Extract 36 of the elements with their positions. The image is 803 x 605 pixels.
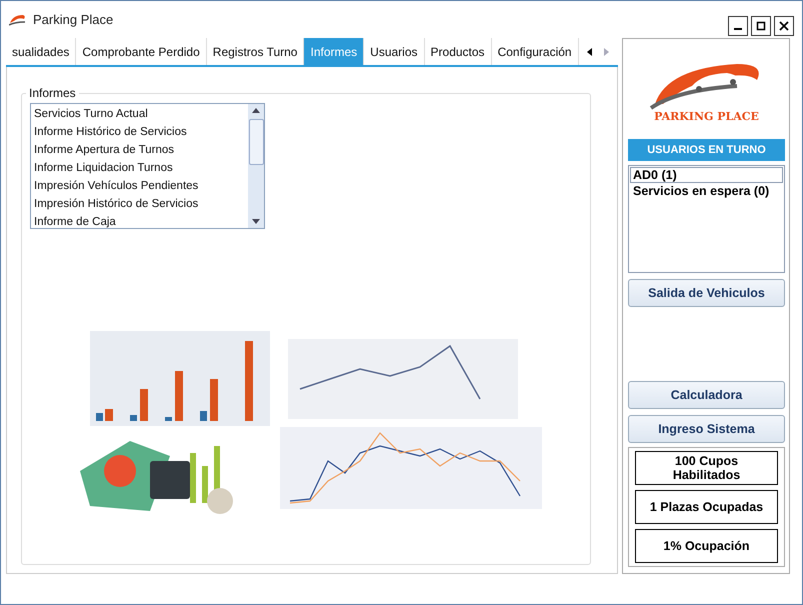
- tab[interactable]: Configuración: [492, 38, 579, 65]
- list-item[interactable]: Impresión Histórico de Servicios: [31, 195, 248, 213]
- user-list-item[interactable]: AD0 (1): [630, 167, 783, 183]
- stat-box: 100 Cupos Habilitados: [635, 451, 778, 485]
- minimize-button[interactable]: [728, 16, 748, 36]
- tab[interactable]: Productos: [424, 38, 492, 65]
- maximize-icon[interactable]: [756, 21, 766, 31]
- logo-text: PARKING PLACE: [654, 110, 759, 122]
- maximize-button[interactable]: [751, 16, 771, 36]
- tab[interactable]: sualidades: [6, 38, 76, 65]
- users-header: USUARIOS EN TURNO: [628, 139, 785, 161]
- close-icon[interactable]: [779, 21, 789, 31]
- tab[interactable]: Comprobante Perdido: [76, 38, 207, 65]
- scroll-down-icon[interactable]: [252, 219, 260, 224]
- close-button[interactable]: [774, 16, 794, 36]
- scroll-up-icon[interactable]: [252, 108, 260, 113]
- user-list-item[interactable]: Servicios en espera (0): [630, 183, 783, 199]
- stat-box: 1% Ocupación: [635, 529, 778, 563]
- stat-box: 1 Plazas Ocupadas: [635, 490, 778, 524]
- group-title: Informes: [26, 86, 79, 100]
- list-item[interactable]: Servicios Turno Actual: [31, 105, 248, 123]
- list-item[interactable]: Informe Histórico de Servicios: [31, 123, 248, 141]
- side-button[interactable]: Ingreso Sistema: [628, 415, 785, 443]
- reports-list[interactable]: Servicios Turno Actual Informe Histórico de Servicios Informe Apertura de Turnos Informe Liquidacion Turnos Impresión Vehículos Pendientes Impresión Histórico de Servicios Informe de Caja: [30, 103, 265, 229]
- list-item[interactable]: Informe de Caja: [31, 213, 248, 231]
- scroll-thumb[interactable]: [248, 119, 264, 165]
- scroll-left-icon[interactable]: [586, 48, 593, 56]
- list-item[interactable]: Informe Apertura de Turnos: [31, 141, 248, 159]
- list-item[interactable]: Impresión Vehículos Pendientes: [31, 177, 248, 195]
- tab[interactable]: Usuarios: [364, 38, 425, 65]
- list-item[interactable]: Informe Liquidacion Turnos: [31, 159, 248, 177]
- window-title: Parking Place: [33, 12, 114, 27]
- vehicle-exit-button[interactable]: Salida de Vehiculos: [628, 279, 785, 307]
- side-button[interactable]: Calculadora: [628, 381, 785, 409]
- car-logo-icon: [9, 12, 27, 26]
- scrollbar[interactable]: [248, 104, 264, 228]
